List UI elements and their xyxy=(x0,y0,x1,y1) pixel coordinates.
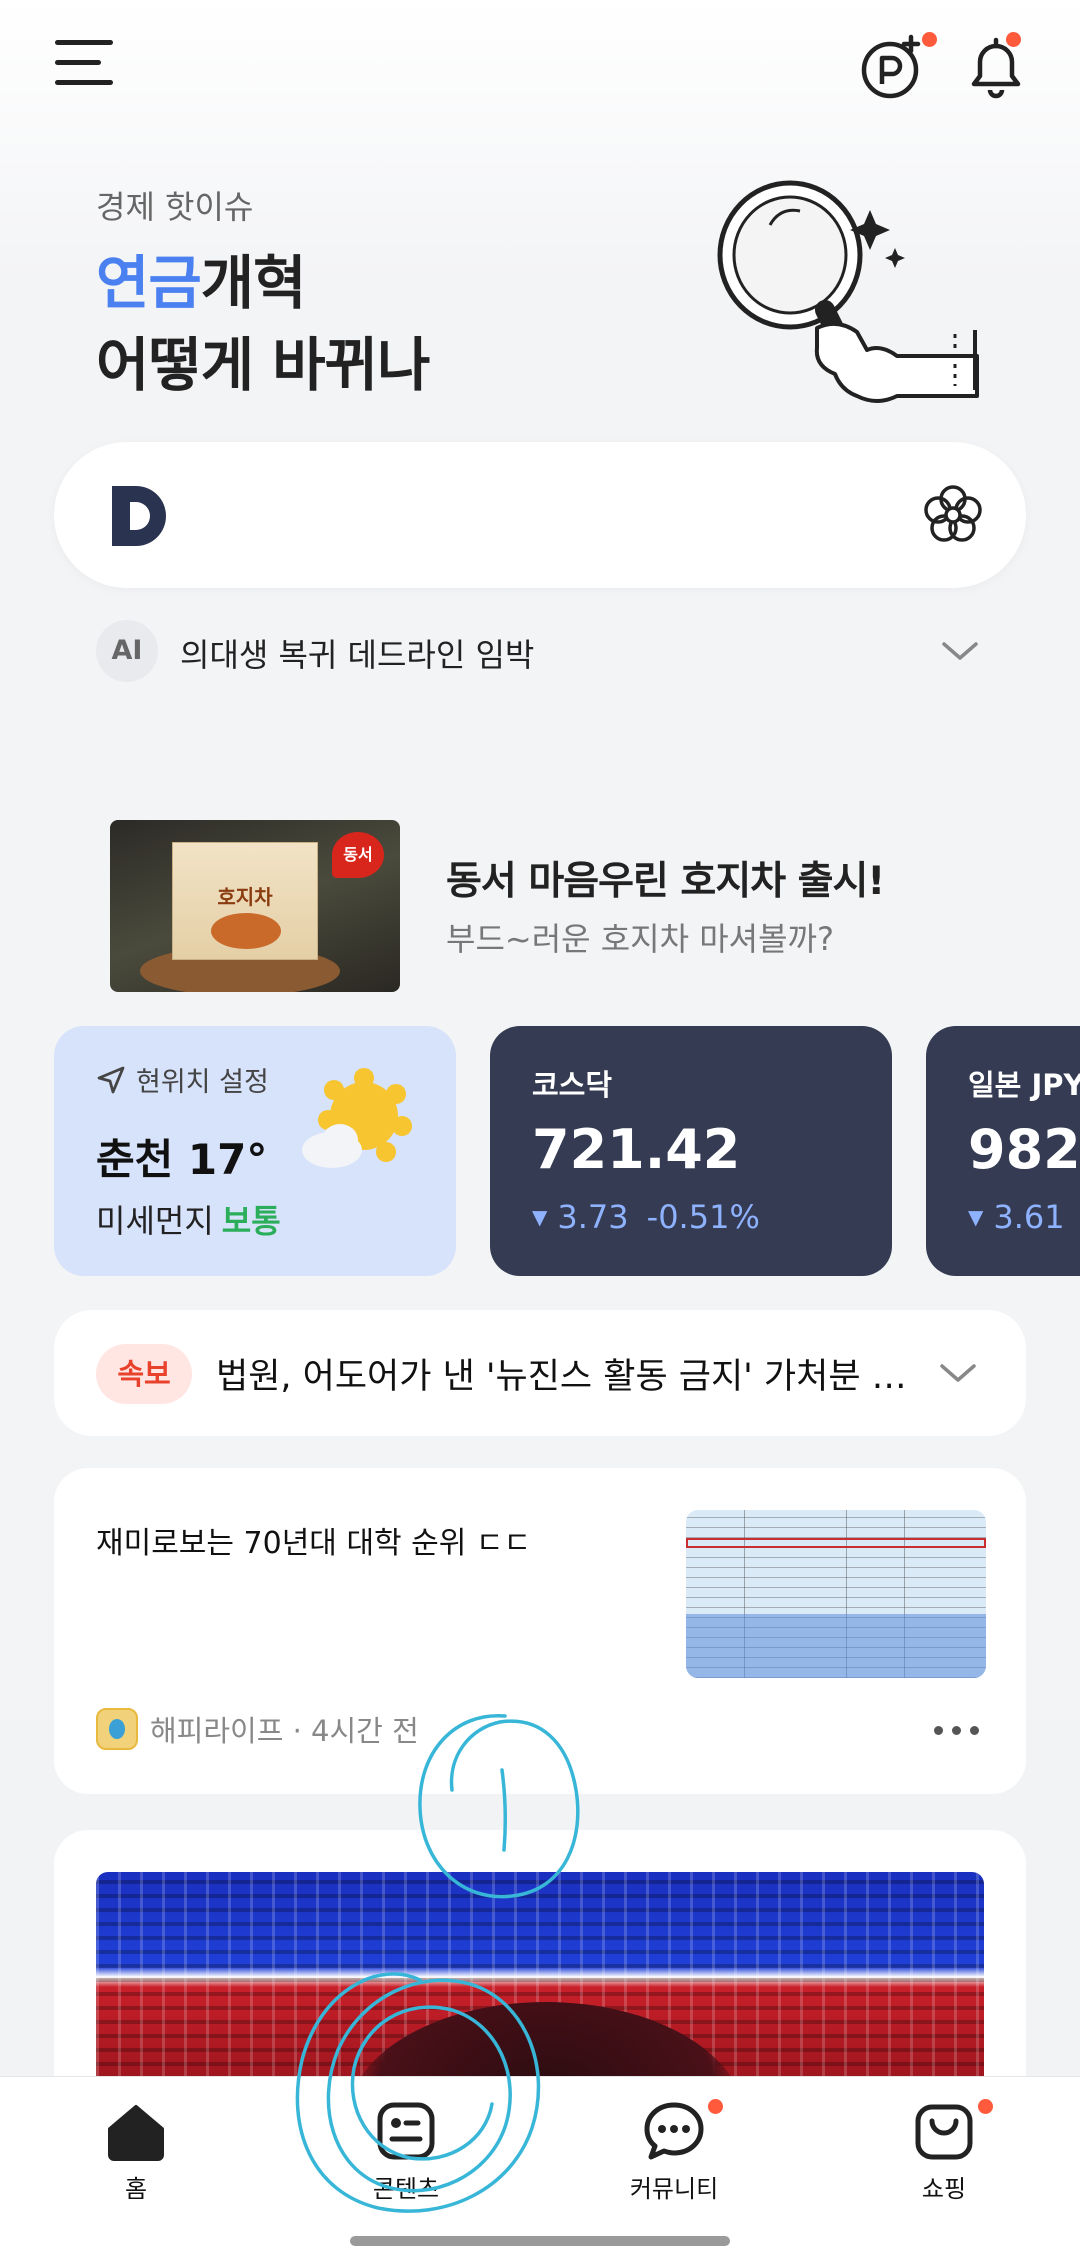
fine-dust-status: 미세먼지 보통 xyxy=(96,1196,281,1242)
ad-box-label: 호지차 xyxy=(217,885,273,909)
more-options-icon[interactable] xyxy=(934,1726,984,1738)
tab-label: 쇼핑 xyxy=(921,2175,967,2203)
tab-content[interactable]: 콘텐츠 xyxy=(326,2099,486,2219)
tab-home[interactable]: 홈 xyxy=(56,2099,216,2219)
stock-change: ▼ 3.73 -0.51% xyxy=(532,1198,760,1236)
shopping-bag-icon xyxy=(915,2104,973,2160)
post-title: 재미로보는 70년대 대학 순위 ㄷㄷ xyxy=(96,1526,532,1561)
hero-banner[interactable]: 경제 핫이슈 연금개혁 어떻게 바뀌나 xyxy=(96,182,430,406)
post-card[interactable]: 재미로보는 70년대 대학 순위 ㄷㄷ 해피라이프 · 4시간 전 xyxy=(54,1468,1026,1794)
hero-title-accent: 연금 xyxy=(96,249,202,317)
post-thumbnail xyxy=(686,1510,986,1678)
ad-brand-tag: 동서 xyxy=(332,832,384,878)
chevron-down-icon[interactable] xyxy=(940,636,978,666)
stock-change-percent: -0.51% xyxy=(646,1198,760,1236)
search-bar[interactable] xyxy=(54,442,1026,588)
hero-title: 연금개혁 어떻게 바뀌나 xyxy=(96,242,430,406)
daum-logo xyxy=(106,480,176,552)
stock-value: 721.42 xyxy=(532,1118,741,1181)
stock-name: 일본 JPY xyxy=(968,1068,1080,1102)
point-plus-icon[interactable] xyxy=(858,32,937,100)
bottom-tab-bar: 홈 콘텐츠 커뮤니티 쇼핑 xyxy=(0,2076,1080,2262)
fine-dust-level: 보통 xyxy=(221,1202,281,1240)
ai-suggestion-row[interactable]: AI 의대생 복귀 데드라인 임박 xyxy=(96,618,980,684)
weather-temperature: 춘천 17° xyxy=(96,1135,268,1184)
bell-icon[interactable] xyxy=(964,32,1028,100)
location-setting[interactable]: 현위치 설정 xyxy=(96,1060,269,1099)
chat-bubble-icon xyxy=(644,2102,704,2160)
widget-carousel[interactable]: 현위치 설정 춘천 17° 미세먼지 보통 코스닥 721.42 ▼ 3.73 -0.… xyxy=(54,1026,1080,1276)
hero-kicker: 경제 핫이슈 xyxy=(96,188,254,226)
chevron-down-icon[interactable] xyxy=(938,1358,976,1388)
flower-icon[interactable] xyxy=(920,482,986,548)
hero-title-line2: 어떻게 바뀌나 xyxy=(96,331,430,399)
stock-name: 코스닥 xyxy=(532,1068,613,1102)
magnifying-glass-hand-illustration xyxy=(705,170,1005,430)
down-triangle-icon: ▼ xyxy=(532,1205,548,1229)
ai-suggestion-text: 의대생 복귀 데드라인 임박 xyxy=(180,636,535,674)
stock-card-jpy[interactable]: 일본 JPY 982.3 ▼ 3.61 xyxy=(926,1026,1080,1276)
notification-dot xyxy=(978,2099,993,2114)
location-label: 현위치 설정 xyxy=(136,1067,269,1098)
tab-label: 홈 xyxy=(124,2175,148,2203)
breaking-headline: 법원, 어도어가 낸 '뉴진스 활동 금지' 가처분 신청 인용 xyxy=(216,1357,924,1397)
down-triangle-icon: ▼ xyxy=(968,1205,984,1229)
stock-card-kosdaq[interactable]: 코스닥 721.42 ▼ 3.73 -0.51% xyxy=(490,1026,892,1276)
breaking-badge: 속보 xyxy=(96,1344,192,1404)
home-indicator[interactable] xyxy=(350,2236,730,2246)
tab-shopping[interactable]: 쇼핑 xyxy=(864,2099,1024,2219)
hero-title-rest: 개혁 xyxy=(200,249,307,317)
tab-label: 콘텐츠 xyxy=(372,2175,440,2203)
notification-dot xyxy=(922,32,937,47)
home-icon xyxy=(108,2105,164,2161)
fine-dust-label: 미세먼지 xyxy=(96,1202,214,1240)
ad-banner[interactable]: 호지차 동서 동서 마음우린 호지차 출시! 부드~러운 호지차 마셔볼까? xyxy=(110,820,970,992)
content-icon xyxy=(377,2102,435,2160)
top-bar xyxy=(0,0,1080,130)
source-avatar xyxy=(96,1708,138,1750)
notification-dot xyxy=(708,2099,723,2114)
stock-change-amount: 3.73 xyxy=(557,1198,629,1236)
post-meta: 해피라이프 · 4시간 전 xyxy=(96,1708,419,1750)
weather-card[interactable]: 현위치 설정 춘천 17° 미세먼지 보통 xyxy=(54,1026,456,1276)
ai-badge: AI xyxy=(96,620,158,682)
location-arrow-icon xyxy=(97,1066,125,1093)
sun-cloud-icon xyxy=(298,1064,418,1184)
tab-label: 커뮤니티 xyxy=(629,2175,719,2203)
stock-value: 982.3 xyxy=(968,1118,1080,1181)
ad-title: 동서 마음우린 호지차 출시! xyxy=(446,859,885,904)
notification-dot xyxy=(1006,32,1021,47)
stock-change: ▼ 3.61 xyxy=(968,1198,1065,1236)
breaking-news-bar[interactable]: 속보 법원, 어도어가 낸 '뉴진스 활동 금지' 가처분 신청 인용 xyxy=(54,1310,1026,1436)
hamburger-menu-icon[interactable] xyxy=(55,40,115,88)
tab-community[interactable]: 커뮤니티 xyxy=(594,2099,754,2219)
ad-product-image: 호지차 동서 xyxy=(110,820,400,992)
stock-change-amount: 3.61 xyxy=(993,1198,1065,1236)
ad-subtitle: 부드~러운 호지차 마셔볼까? xyxy=(446,920,834,958)
post-source: 해피라이프 · 4시간 전 xyxy=(150,1714,419,1748)
